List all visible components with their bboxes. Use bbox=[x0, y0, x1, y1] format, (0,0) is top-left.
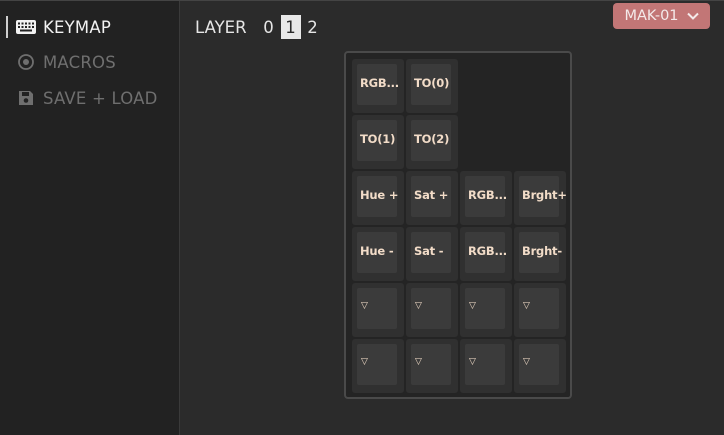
key-r5-c0[interactable]: ▽ bbox=[352, 339, 404, 393]
transparent-key-icon: ▽ bbox=[469, 357, 476, 367]
key-r4-c3[interactable]: ▽ bbox=[514, 283, 566, 337]
key-r3-c2[interactable]: RGB... bbox=[460, 227, 512, 281]
key-r4-c1[interactable]: ▽ bbox=[406, 283, 458, 337]
key-r3-c1[interactable]: Sat - bbox=[406, 227, 458, 281]
key-label: Sat - bbox=[414, 244, 444, 258]
record-icon bbox=[15, 53, 37, 71]
keymap-board: RGB... TO(0) TO(1) TO(2) Hue + Sat + RGB… bbox=[344, 51, 572, 399]
device-select-button[interactable]: MAK-01 bbox=[613, 3, 710, 29]
key-r0-c0[interactable]: RGB... bbox=[352, 59, 404, 113]
key-r4-c0[interactable]: ▽ bbox=[352, 283, 404, 337]
key-r4-c2[interactable]: ▽ bbox=[460, 283, 512, 337]
key-r2-c2[interactable]: RGB... bbox=[460, 171, 512, 225]
sidebar-item-label: KEYMAP bbox=[43, 17, 111, 37]
transparent-key-icon: ▽ bbox=[361, 357, 368, 367]
key-r5-c1[interactable]: ▽ bbox=[406, 339, 458, 393]
key-r1-c0[interactable]: TO(1) bbox=[352, 115, 404, 169]
key-r3-c3[interactable]: Brght- bbox=[514, 227, 566, 281]
key-r5-c2[interactable]: ▽ bbox=[460, 339, 512, 393]
key-label: Brght- bbox=[522, 244, 562, 258]
sidebar-item-macros[interactable]: MACROS bbox=[15, 50, 116, 74]
chevron-down-icon bbox=[686, 12, 699, 20]
transparent-key-icon: ▽ bbox=[361, 301, 368, 311]
transparent-key-icon: ▽ bbox=[523, 357, 530, 367]
key-label: Brght+ bbox=[522, 188, 566, 202]
key-r2-c0[interactable]: Hue + bbox=[352, 171, 404, 225]
sidebar-item-save-load[interactable]: SAVE + LOAD bbox=[15, 86, 158, 110]
key-label: Sat + bbox=[414, 188, 449, 202]
key-label: TO(1) bbox=[360, 132, 396, 146]
keyboard-icon bbox=[15, 18, 37, 36]
layer-option-1[interactable]: 1 bbox=[280, 15, 301, 39]
layer-option-0[interactable]: 0 bbox=[259, 15, 279, 39]
key-r3-c0[interactable]: Hue - bbox=[352, 227, 404, 281]
key-r0-c1[interactable]: TO(0) bbox=[406, 59, 458, 113]
key-label: TO(2) bbox=[414, 132, 450, 146]
sidebar-item-keymap[interactable]: KEYMAP bbox=[15, 15, 111, 39]
layer-selector: LAYER 0 1 2 bbox=[195, 15, 325, 39]
sidebar-item-label: MACROS bbox=[43, 52, 116, 72]
key-label: Hue - bbox=[360, 244, 394, 258]
key-r5-c3[interactable]: ▽ bbox=[514, 339, 566, 393]
transparent-key-icon: ▽ bbox=[523, 301, 530, 311]
sidebar-item-label: SAVE + LOAD bbox=[43, 88, 158, 108]
active-indicator bbox=[6, 16, 8, 38]
key-r2-c3[interactable]: Brght+ bbox=[514, 171, 566, 225]
sidebar: KEYMAP MACROS SAVE + LOAD bbox=[0, 1, 180, 435]
transparent-key-icon: ▽ bbox=[415, 357, 422, 367]
key-label: RGB... bbox=[360, 76, 399, 90]
key-r1-c1[interactable]: TO(2) bbox=[406, 115, 458, 169]
key-label: RGB... bbox=[468, 244, 507, 258]
layer-label: LAYER bbox=[195, 17, 247, 37]
key-label: RGB... bbox=[468, 188, 507, 202]
key-r2-c1[interactable]: Sat + bbox=[406, 171, 458, 225]
layer-option-2[interactable]: 2 bbox=[303, 15, 323, 39]
key-label: Hue + bbox=[360, 188, 399, 202]
device-name: MAK-01 bbox=[624, 8, 679, 24]
floppy-disk-icon bbox=[15, 89, 37, 107]
transparent-key-icon: ▽ bbox=[415, 301, 422, 311]
transparent-key-icon: ▽ bbox=[469, 301, 476, 311]
key-label: TO(0) bbox=[414, 76, 450, 90]
